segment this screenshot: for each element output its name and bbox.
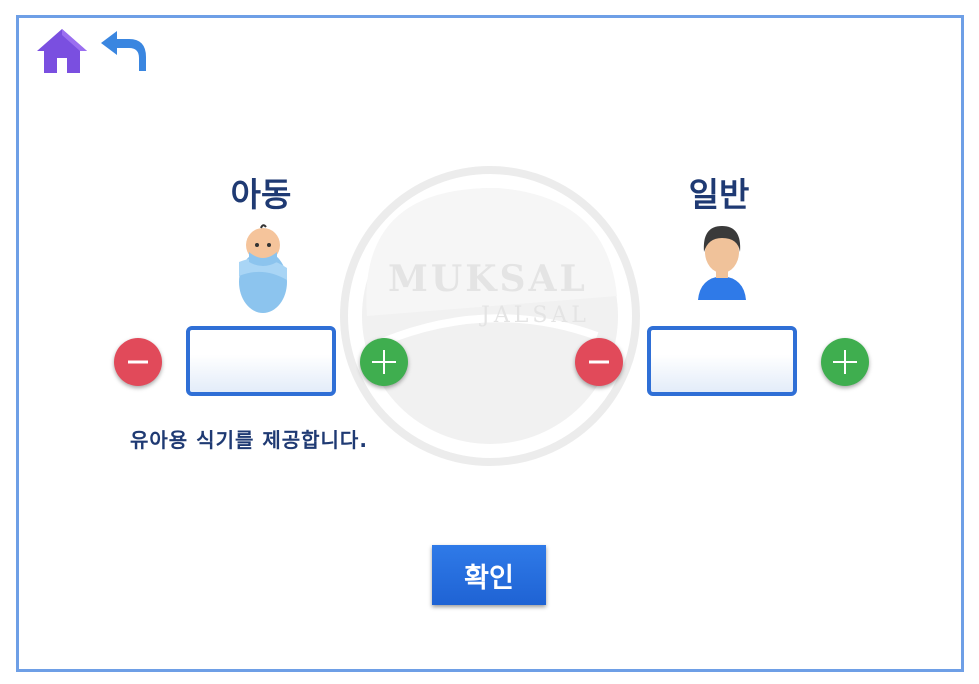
child-count-input[interactable] [186,326,336,396]
home-button[interactable] [35,27,90,75]
adult-title: 일반 [688,175,750,214]
watermark-subtext: JALSAL [481,303,590,328]
back-arrow-icon [101,31,146,71]
watermark-text: MUKSAL [388,258,588,300]
minus-icon [128,360,148,364]
back-button[interactable] [99,27,151,75]
child-increment-button[interactable] [360,338,408,386]
infant-tableware-note: 유아용 식기를 제공합니다. [130,428,368,452]
baby-icon [239,224,287,313]
adult-count-input[interactable] [647,326,797,396]
person-icon [698,226,746,300]
plus-icon [372,350,396,374]
adult-increment-button[interactable] [821,338,869,386]
child-title: 아동 [230,175,292,214]
home-icon [37,29,87,73]
adult-decrement-button[interactable] [575,338,623,386]
child-decrement-button[interactable] [114,338,162,386]
plus-icon [833,350,857,374]
confirm-button[interactable]: 확인 [432,545,546,605]
minus-icon [589,360,609,364]
